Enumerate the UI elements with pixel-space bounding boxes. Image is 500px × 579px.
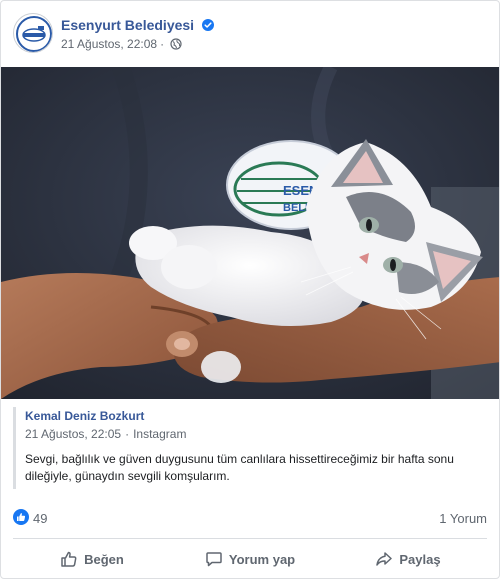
page-avatar[interactable] [13, 13, 53, 53]
share-button-label: Paylaş [399, 551, 441, 567]
shared-post: Kemal Deniz Bozkurt 21 Ağustos, 22:05 · In… [13, 399, 489, 497]
esenyurt-logo-icon [16, 16, 52, 52]
share-arrow-icon [376, 552, 393, 566]
shared-meta: 21 Ağustos, 22:05 · Instagram [25, 427, 187, 441]
shared-author-link[interactable]: Kemal Deniz Bozkurt [25, 409, 144, 423]
verified-badge-icon [201, 19, 214, 31]
post-timestamp[interactable]: 21 Ağustos, 22:08 [61, 37, 157, 51]
page-name-link[interactable]: Esenyurt Belediyesi [61, 17, 214, 33]
share-button[interactable]: Paylaş [329, 543, 487, 575]
like-count[interactable]: 49 [33, 511, 47, 526]
comment-button-label: Yorum yap [228, 551, 296, 567]
like-button-label: Beğen [84, 551, 124, 567]
comment-count[interactable]: 1 Yorum [439, 511, 487, 526]
kitten-photo-image: ESENYURT BELEDİYESİ [1, 67, 499, 399]
post-photo[interactable]: ESENYURT BELEDİYESİ [1, 67, 499, 399]
comment-button[interactable]: Yorum yap [171, 543, 329, 575]
post-header: Esenyurt Belediyesi 21 Ağustos, 22:08 · [13, 13, 487, 57]
post-text: Sevgi, bağlılık ve güven duygusunu tüm c… [25, 452, 454, 483]
action-bar: Beğen Yorum yap Paylaş [13, 543, 487, 575]
globe-icon[interactable] [170, 38, 183, 50]
quote-bar [13, 407, 16, 489]
post-meta: 21 Ağustos, 22:08 · [61, 37, 183, 51]
page-name[interactable]: Esenyurt Belediyesi [61, 17, 194, 33]
thumbs-up-outline-icon [61, 551, 77, 567]
speech-bubble-icon [206, 552, 222, 567]
actions-divider [13, 538, 487, 539]
shared-timestamp[interactable]: 21 Ağustos, 22:05 [25, 427, 121, 441]
post-card: Esenyurt Belediyesi 21 Ağustos, 22:08· [0, 0, 500, 579]
reactions-bar: 49 1 Yorum [13, 506, 487, 528]
thumbs-up-icon [17, 513, 26, 521]
like-reaction-icon[interactable] [13, 509, 29, 525]
like-button[interactable]: Beğen [13, 543, 171, 575]
shared-source: Instagram [133, 427, 187, 441]
